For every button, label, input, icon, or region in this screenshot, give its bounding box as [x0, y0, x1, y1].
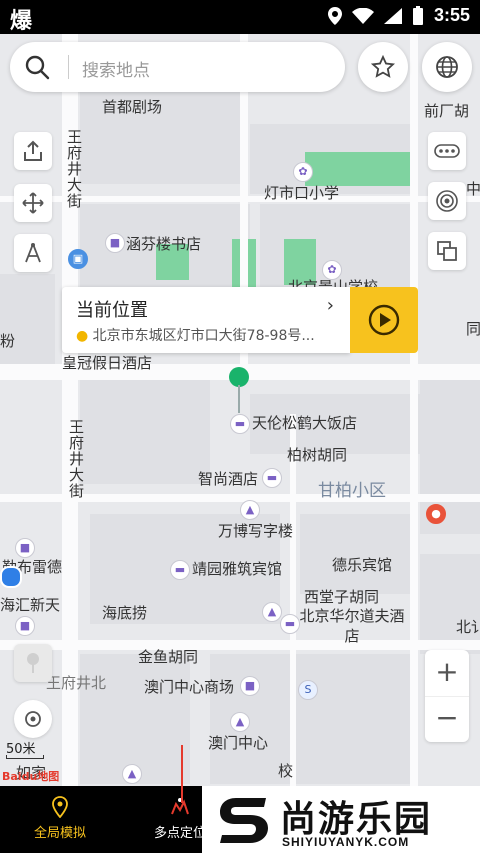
map-label: 海汇新天	[0, 596, 61, 614]
shop-icon: ■	[240, 676, 260, 696]
map-label: 靖园雅筑宾馆	[192, 560, 283, 578]
clock: 3:55	[433, 5, 470, 25]
favorite-button[interactable]	[358, 42, 408, 92]
chevron-right-icon: ›	[326, 295, 334, 316]
share-button[interactable]	[14, 132, 52, 170]
bus-stop-icon: ▣	[68, 249, 88, 269]
map-label: 金鱼胡同	[138, 648, 199, 666]
map-label: 前厂胡	[424, 102, 470, 120]
signal-icon	[383, 7, 402, 24]
hotel-icon: ▬	[280, 614, 300, 634]
baidu-logo: Baidu地图	[2, 770, 60, 783]
map-label: 德乐宾馆	[332, 556, 393, 574]
move-button[interactable]	[14, 184, 52, 222]
map-label: 王府井北	[46, 674, 107, 692]
panorama-button[interactable]	[428, 182, 466, 220]
bookstore-icon: ■	[105, 233, 125, 253]
map-label: 西堂子胡同	[304, 588, 380, 606]
map-label: 澳门中心商场	[144, 678, 235, 696]
map-label: 甘柏小区	[318, 481, 386, 501]
battery-icon	[412, 5, 423, 25]
status-bar: 爆 3:55	[0, 0, 480, 34]
map-label: 柏树胡同	[287, 446, 348, 464]
map-label: 北讠	[456, 618, 480, 636]
layers-icon	[437, 241, 457, 261]
restaurant-icon: ●	[426, 504, 446, 524]
red-arrow-annotation	[181, 745, 183, 803]
map-label: 中	[466, 180, 480, 198]
building-icon: ▲	[122, 764, 142, 784]
crosshair-icon	[25, 711, 41, 727]
map-label: 北京华尔道夫酒店	[299, 607, 405, 645]
tab-global-simulation[interactable]: 全局模拟	[0, 786, 120, 853]
scale-bar	[6, 755, 44, 759]
map-label: 首都剧场	[102, 98, 163, 116]
share-icon	[24, 140, 42, 161]
search-icon	[25, 55, 50, 80]
watermark-url: SHIYIUYANYK.COM	[282, 835, 410, 849]
map-label: 王府井大街	[67, 419, 85, 499]
map-view[interactable]: 首都剧场 前厂胡 王府井大街 ✿ 灯市口小学 中 ■ 涵芬楼书店 ▣ ✿ 北京景…	[0, 34, 480, 786]
building-icon: ▲	[240, 500, 260, 520]
tab-label: 全局模拟	[33, 826, 86, 841]
building-icon: ▲	[262, 602, 282, 622]
play-circle-icon	[368, 304, 400, 336]
map-label: 海底捞	[102, 604, 148, 622]
compass-button[interactable]	[14, 234, 52, 272]
radar-icon	[436, 190, 458, 212]
map-label: 天伦松鹤大饭店	[252, 414, 358, 432]
tab-label: 多点定位	[153, 826, 206, 841]
street-view-button[interactable]	[14, 644, 52, 682]
search-bar[interactable]: 搜索地点	[10, 42, 345, 92]
locate-button[interactable]	[14, 700, 52, 738]
map-label: 涵芬楼书店	[126, 235, 202, 253]
subway-icon: S	[298, 680, 318, 700]
zoom-in-button[interactable]: +	[425, 650, 469, 697]
map-label: 粉	[0, 332, 16, 350]
start-simulation-button[interactable]	[350, 287, 418, 353]
hotel-icon: ▬	[170, 560, 190, 580]
map-label: 皇冠假日酒店	[62, 354, 153, 372]
map-label: 澳门中心	[208, 734, 269, 752]
pin-person-icon	[27, 653, 39, 673]
map-label: 王府井大街	[65, 129, 83, 209]
current-location-marker[interactable]	[229, 367, 249, 417]
map-label: 智尚酒店	[198, 470, 259, 488]
hotel-icon: ▬	[262, 468, 282, 488]
shop-icon: ■	[15, 616, 35, 636]
location-pin-icon	[52, 796, 68, 818]
map-label: 同	[466, 320, 480, 338]
location-status-icon	[327, 6, 342, 25]
location-pin-icon: ●	[76, 328, 89, 344]
map-label: 灯市口小学	[264, 184, 340, 202]
watermark: 尚游乐园 SHIYIUYANYK.COM	[202, 786, 480, 853]
compass-icon	[25, 243, 41, 263]
popup-title: 当前位置	[76, 300, 148, 321]
shop-icon: ■	[15, 538, 35, 558]
popup-address-row: ● 北京市东城区灯市口大街78-98号...	[76, 325, 344, 345]
more-dots-icon	[434, 144, 460, 158]
globe-icon	[436, 56, 458, 78]
location-popup[interactable]: 当前位置 › ● 北京市东城区灯市口大街78-98号...	[62, 287, 350, 353]
traffic-button[interactable]	[428, 132, 466, 170]
map-label: 校	[278, 762, 294, 780]
popup-address: 北京市东城区灯市口大街78-98号...	[92, 328, 315, 344]
map-label: 万博写字楼	[218, 522, 294, 540]
building-icon: ▲	[230, 712, 250, 732]
layers-button[interactable]	[428, 232, 466, 270]
watermark-logo	[220, 798, 268, 843]
user-location-dot	[0, 566, 22, 588]
school-icon: ✿	[293, 162, 313, 182]
hotel-icon: ▬	[230, 414, 250, 434]
move-arrows-icon	[22, 192, 44, 214]
globe-button[interactable]	[422, 42, 472, 92]
zoom-out-button[interactable]: −	[425, 696, 469, 742]
app-notification-icon: 爆	[10, 9, 33, 34]
zoom-control: + −	[425, 650, 469, 742]
search-divider	[68, 55, 69, 79]
search-placeholder: 搜索地点	[82, 61, 150, 81]
wifi-icon	[351, 7, 374, 24]
star-icon	[371, 55, 395, 78]
multi-point-icon	[171, 798, 189, 815]
